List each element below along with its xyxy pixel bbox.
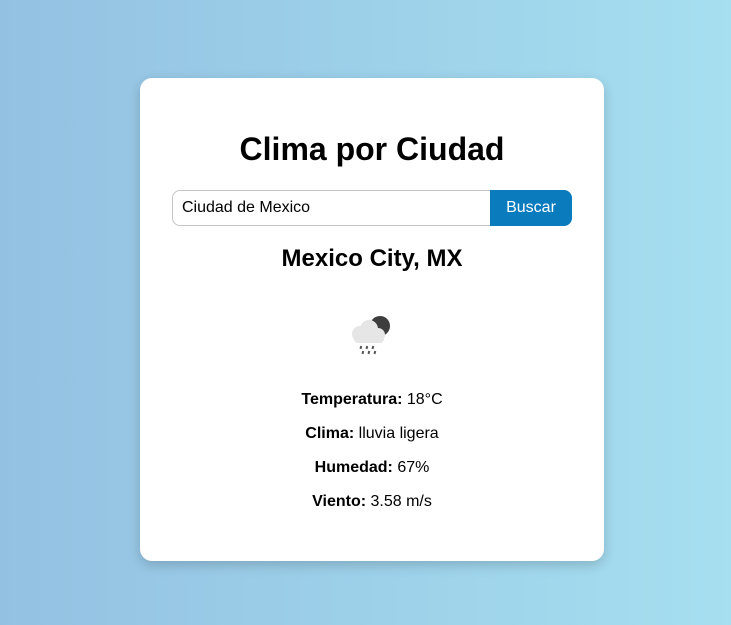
weather-card: Clima por Ciudad Buscar Mexico City, MX … (140, 78, 604, 561)
humidity-value: 67% (397, 459, 430, 476)
wind-value: 3.58 m/s (370, 493, 432, 510)
condition-row: Clima: lluvia ligera (140, 424, 604, 458)
weather-details: Temperatura: 18°C Clima: lluvia ligera H… (140, 390, 604, 526)
temperature-row: Temperatura: 18°C (140, 390, 604, 424)
city-search-input[interactable] (172, 190, 490, 226)
wind-label: Viento: (312, 493, 367, 510)
humidity-row: Humedad: 67% (140, 458, 604, 492)
search-bar: Buscar (172, 190, 572, 226)
humidity-label: Humedad: (314, 459, 393, 476)
search-button[interactable]: Buscar (490, 190, 572, 226)
condition-label: Clima: (305, 425, 355, 442)
rain-cloud-night-icon (352, 316, 390, 355)
wind-row: Viento: 3.58 m/s (140, 492, 604, 526)
page-title: Clima por Ciudad (239, 131, 505, 167)
temperature-label: Temperatura: (301, 391, 403, 408)
condition-value: lluvia ligera (358, 425, 439, 442)
temperature-value: 18°C (406, 391, 443, 408)
city-name: Mexico City, MX (281, 245, 463, 272)
